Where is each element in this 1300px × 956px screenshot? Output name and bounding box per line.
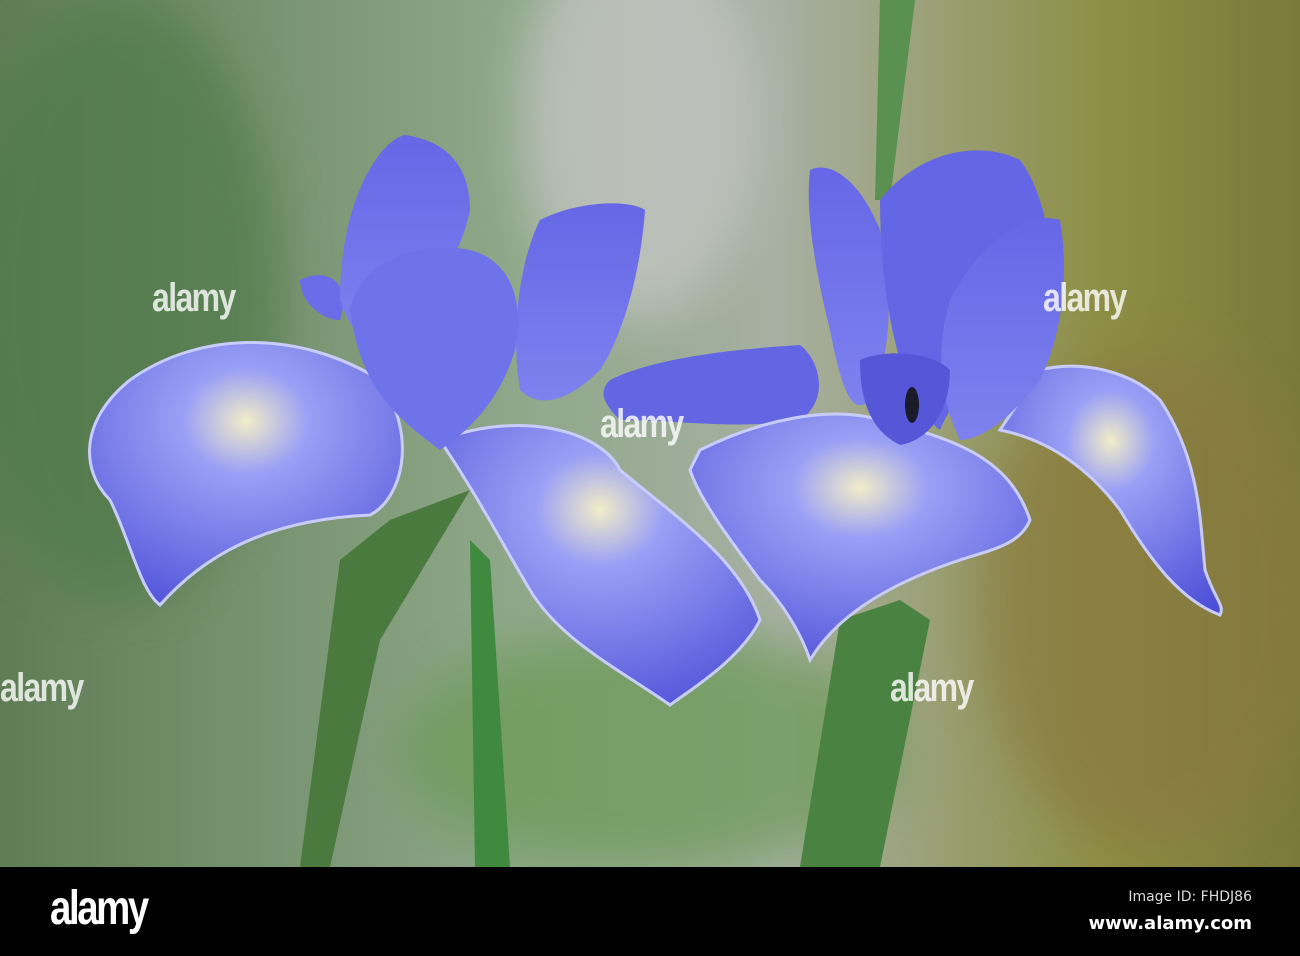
watermark: alamy bbox=[1043, 276, 1127, 320]
stock-photo: alamy alamy alamy alamy alamy alamy Imag… bbox=[0, 0, 1300, 956]
alamy-logo: alamy bbox=[50, 882, 149, 935]
image-id: Image ID: FHDJ86 bbox=[1128, 889, 1252, 905]
watermark: alamy bbox=[0, 666, 84, 710]
watermark: alamy bbox=[890, 666, 974, 710]
footer-bar: alamy Image ID: FHDJ86 www.alamy.com bbox=[0, 867, 1300, 956]
watermark: alamy bbox=[152, 276, 236, 320]
site-url: www.alamy.com bbox=[1088, 913, 1252, 934]
watermark: alamy bbox=[600, 402, 684, 446]
